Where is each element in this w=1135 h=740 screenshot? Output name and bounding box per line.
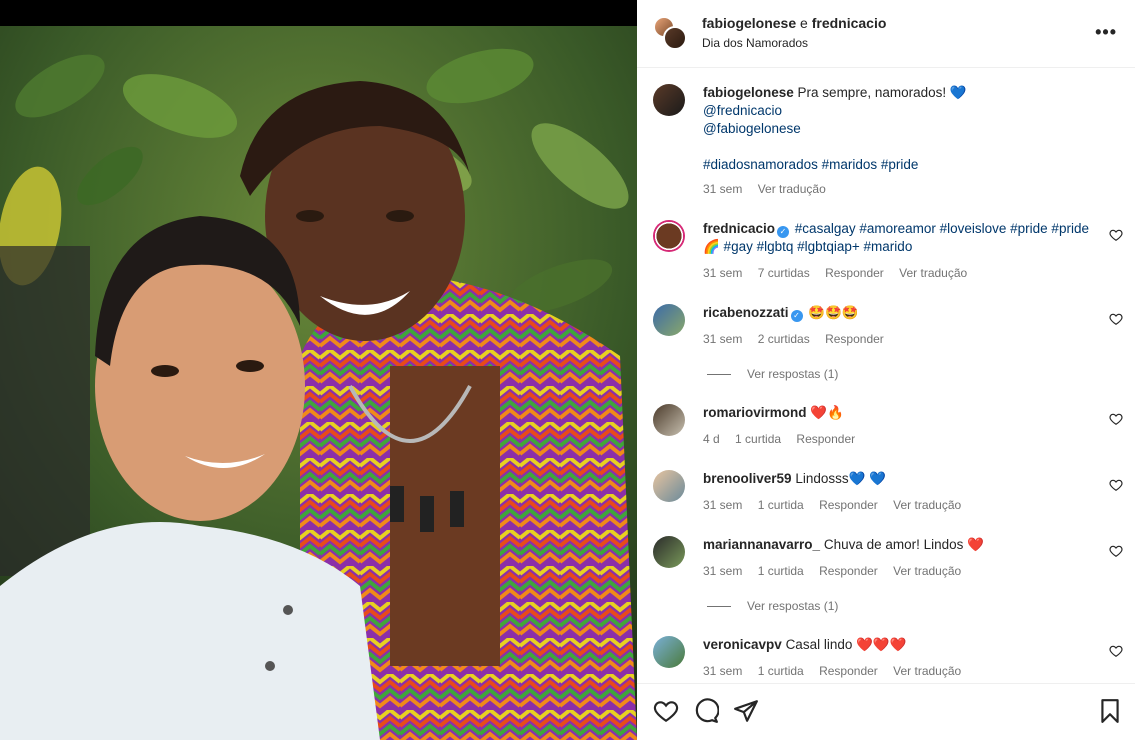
- heart-outline-icon[interactable]: [653, 698, 679, 724]
- heart-outline-icon[interactable]: [1109, 478, 1123, 492]
- reply-button[interactable]: Responder: [796, 432, 855, 446]
- avatar[interactable]: [653, 404, 685, 436]
- comment-text[interactable]: 🌈 #gay #lgbtq #lgbtqiap+ #marido: [703, 239, 912, 254]
- comment-text: Casal lindo ❤️❤️❤️: [785, 637, 907, 652]
- likes-count[interactable]: 1 curtida: [758, 664, 804, 678]
- reply-button[interactable]: Responder: [819, 498, 878, 512]
- reply-button[interactable]: Responder: [819, 664, 878, 678]
- translate-link[interactable]: Ver tradução: [893, 564, 961, 578]
- avatar[interactable]: [653, 304, 685, 336]
- view-replies-label: Ver respostas (1): [747, 367, 839, 381]
- translate-link[interactable]: Ver tradução: [893, 664, 961, 678]
- comment-text-block: romariovirmond ❤️🔥: [703, 404, 1095, 422]
- comment-text: 🤩🤩🤩: [808, 305, 859, 320]
- likes-count[interactable]: 1 curtida: [758, 564, 804, 578]
- hashtag-link[interactable]: #maridos: [822, 157, 878, 172]
- view-replies-button[interactable]: Ver respostas (1): [707, 367, 838, 381]
- avatar[interactable]: [653, 636, 685, 668]
- comment-username[interactable]: romariovirmond: [703, 405, 807, 420]
- post-header: fabiogelonese e frednicacio Dia dos Namo…: [637, 0, 1135, 68]
- caption-meta: 31 sem Ver tradução: [703, 182, 838, 196]
- comment-text: Lindosss💙 💙: [795, 471, 886, 486]
- hashtag-link[interactable]: #pride: [881, 157, 919, 172]
- verified-badge-icon: ✓: [777, 226, 790, 238]
- timestamp: 31 sem: [703, 266, 743, 280]
- timestamp: 31 sem: [703, 664, 743, 678]
- timestamp: 4 d: [703, 432, 720, 446]
- comment-username[interactable]: frednicacio: [703, 221, 775, 236]
- likes-count[interactable]: 1 curtida: [735, 432, 781, 446]
- comment-username[interactable]: veronicavpv: [703, 637, 782, 652]
- bookmark-icon[interactable]: [1097, 698, 1123, 724]
- comment-meta: 4 d 1 curtida Responder: [703, 432, 867, 446]
- view-replies-label: Ver respostas (1): [747, 599, 839, 613]
- verified-badge-icon: ✓: [790, 310, 803, 322]
- comment-text-block: frednicacio ✓ #casalgay #amoreamor #lovei…: [703, 220, 1095, 256]
- translate-link[interactable]: Ver tradução: [899, 266, 967, 280]
- caption-text-block: fabiogelonese Pra sempre, namorados! 💙 @…: [703, 84, 1095, 174]
- timestamp: 31 sem: [703, 332, 743, 346]
- more-horizontal-icon[interactable]: •••: [1095, 22, 1117, 43]
- avatar[interactable]: [653, 470, 685, 502]
- comment-meta: 31 sem 1 curtida Responder Ver tradução: [703, 664, 973, 678]
- comments-list[interactable]: fabiogelonese Pra sempre, namorados! 💙 @…: [637, 68, 1135, 683]
- comment-text: ❤️🔥: [810, 405, 844, 420]
- comment-text: Chuva de amor! Lindos ❤️: [823, 537, 984, 552]
- view-replies-button[interactable]: Ver respostas (1): [707, 599, 838, 613]
- comment-username[interactable]: mariannanavarro_: [703, 537, 820, 552]
- heart-outline-icon[interactable]: [1109, 228, 1123, 242]
- comment-username[interactable]: brenooliver59: [703, 471, 792, 486]
- heart-outline-icon[interactable]: [1109, 644, 1123, 658]
- likes-count[interactable]: 7 curtidas: [758, 266, 810, 280]
- caption-text: Pra sempre, namorados! 💙: [797, 85, 967, 100]
- paper-plane-icon[interactable]: [733, 698, 759, 724]
- photo-illustration: [0, 26, 637, 740]
- avatar[interactable]: [653, 220, 685, 252]
- post-authors: fabiogelonese e frednicacio: [702, 15, 886, 31]
- comment-bubble-icon[interactable]: [693, 698, 719, 724]
- post-side-panel: fabiogelonese e frednicacio Dia dos Namo…: [637, 0, 1135, 740]
- avatar: [663, 26, 687, 50]
- comment-meta: 31 sem 1 curtida Responder Ver tradução: [703, 498, 973, 512]
- comment-meta: 31 sem 1 curtida Responder Ver tradução: [703, 564, 973, 578]
- top-black-bar: [0, 0, 637, 26]
- comment-username[interactable]: ricabenozzati: [703, 305, 789, 320]
- caption-username[interactable]: fabiogelonese: [703, 85, 794, 100]
- collab-avatars[interactable]: [653, 16, 687, 50]
- comment-text-block: brenooliver59 Lindosss💙 💙: [703, 470, 1095, 488]
- mention-link[interactable]: @frednicacio: [703, 103, 782, 118]
- translate-link[interactable]: Ver tradução: [893, 498, 961, 512]
- heart-outline-icon[interactable]: [1109, 544, 1123, 558]
- post-photo[interactable]: [0, 26, 637, 740]
- comment-text[interactable]: #casalgay #amoreamor #loveislove #pride …: [795, 221, 1089, 236]
- reply-button[interactable]: Responder: [825, 266, 884, 280]
- divider: [707, 606, 731, 608]
- timestamp: 31 sem: [703, 182, 743, 196]
- comment-text-block: mariannanavarro_ Chuva de amor! Lindos ❤…: [703, 536, 1095, 554]
- reply-button[interactable]: Responder: [825, 332, 884, 346]
- heart-outline-icon[interactable]: [1109, 312, 1123, 326]
- hashtag-link[interactable]: #diadosnamorados: [703, 157, 818, 172]
- heart-outline-icon[interactable]: [1109, 412, 1123, 426]
- timestamp: 31 sem: [703, 564, 743, 578]
- avatar[interactable]: [653, 84, 685, 116]
- mention-link[interactable]: @fabiogelonese: [703, 121, 801, 136]
- reply-button[interactable]: Responder: [819, 564, 878, 578]
- divider: [707, 374, 731, 376]
- author-link[interactable]: fabiogelonese: [702, 15, 796, 31]
- likes-count[interactable]: 1 curtida: [758, 498, 804, 512]
- timestamp: 31 sem: [703, 498, 743, 512]
- author-link[interactable]: frednicacio: [812, 15, 887, 31]
- likes-count[interactable]: 2 curtidas: [758, 332, 810, 346]
- post-actions-bar: [637, 683, 1135, 740]
- authors-joiner: e: [800, 15, 808, 31]
- avatar[interactable]: [653, 536, 685, 568]
- comment-text-block: veronicavpv Casal lindo ❤️❤️❤️: [703, 636, 1095, 654]
- post-location[interactable]: Dia dos Namorados: [702, 36, 808, 50]
- translate-link[interactable]: Ver tradução: [758, 182, 826, 196]
- comment-meta: 31 sem 7 curtidas Responder Ver tradução: [703, 266, 979, 280]
- comment-text-block: ricabenozzati ✓ 🤩🤩🤩: [703, 304, 1095, 322]
- comment-meta: 31 sem 2 curtidas Responder: [703, 332, 896, 346]
